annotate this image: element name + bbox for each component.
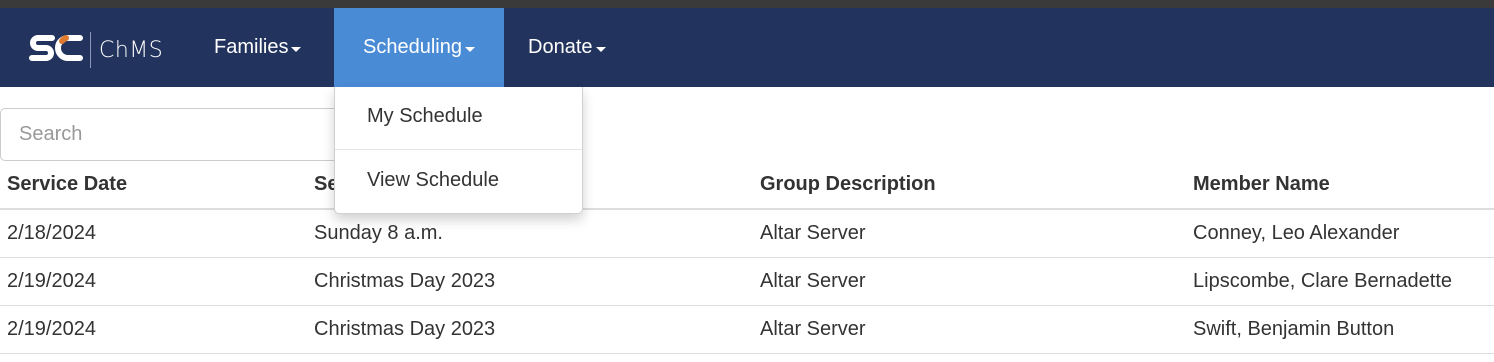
cell-member-name: Swift, Benjamin Button (1186, 305, 1494, 354)
cell-service: Christmas Day 2023 (307, 305, 753, 354)
table-row[interactable]: 2/18/2024 Sunday 8 a.m. Altar Server Con… (0, 209, 1494, 258)
cell-member-name: Lipscombe, Clare Bernadette (1186, 257, 1494, 306)
column-header-group-description[interactable]: Group Description (753, 161, 1186, 210)
nav-scheduling-label: Scheduling (363, 36, 462, 58)
column-header-service-date[interactable]: Service Date (0, 161, 307, 210)
cell-group-description: Altar Server (753, 209, 1186, 258)
search-input[interactable] (0, 108, 360, 161)
column-header-member-name[interactable]: Member Name (1186, 161, 1494, 210)
sc-logo-icon (29, 35, 83, 61)
nav-donate[interactable]: Donate (528, 8, 606, 87)
brand-name: ChMS (99, 37, 164, 63)
cell-service-date: 2/18/2024 (0, 209, 307, 258)
scheduling-dropdown-menu: My Schedule View Schedule (334, 87, 583, 214)
table-row[interactable]: 2/19/2024 Christmas Day 2023 Altar Serve… (0, 305, 1494, 354)
brand[interactable]: ChMS (28, 30, 163, 70)
brand-divider (90, 32, 91, 68)
cell-group-description: Altar Server (753, 305, 1186, 354)
caret-down-icon (464, 46, 475, 52)
nav-scheduling[interactable]: Scheduling (334, 8, 504, 87)
cell-service: Sunday 8 a.m. (307, 209, 753, 258)
caret-down-icon (595, 46, 606, 52)
cell-service: Christmas Day 2023 (307, 257, 753, 306)
schedule-table: Service Date Se Group Description Member… (0, 161, 1494, 354)
table-row[interactable]: 2/19/2024 Christmas Day 2023 Altar Serve… (0, 257, 1494, 306)
cell-group-description: Altar Server (753, 257, 1186, 306)
navbar: ChMS Families Scheduling Donate (0, 8, 1494, 87)
caret-down-icon (291, 46, 302, 52)
nav-families-label: Families (214, 36, 289, 58)
nav-families[interactable]: Families (214, 8, 302, 87)
nav-donate-label: Donate (528, 36, 593, 58)
cell-member-name: Conney, Leo Alexander (1186, 209, 1494, 258)
cell-service-date: 2/19/2024 (0, 305, 307, 354)
menu-item-my-schedule[interactable]: My Schedule (335, 87, 582, 149)
table-header-row: Service Date Se Group Description Member… (0, 161, 1494, 210)
window-top-strip (0, 0, 1494, 8)
menu-item-view-schedule[interactable]: View Schedule (335, 150, 582, 210)
cell-service-date: 2/19/2024 (0, 257, 307, 306)
